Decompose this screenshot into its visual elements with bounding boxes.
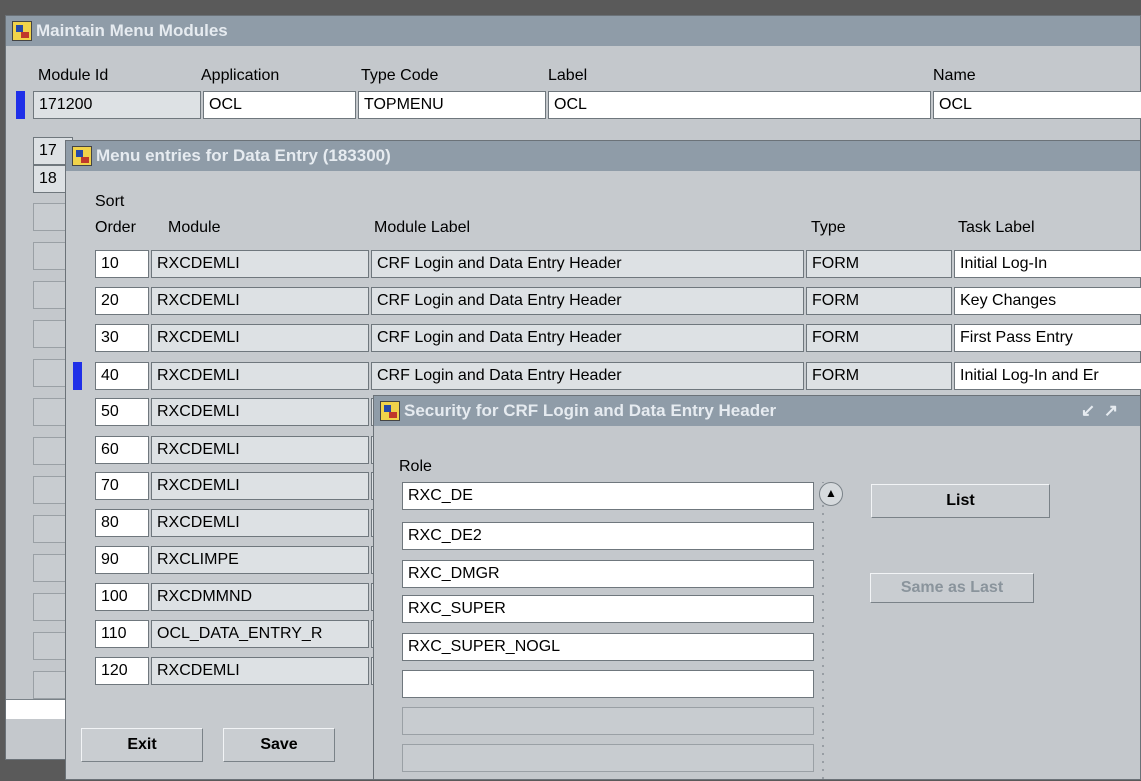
- module-id-field[interactable]: 171200: [33, 91, 201, 119]
- col-header-name: Name: [933, 67, 976, 84]
- minimize-icon[interactable]: ↙: [1077, 396, 1099, 426]
- order-field[interactable]: 110: [95, 620, 149, 648]
- type-code-field[interactable]: TOPMENU: [358, 91, 546, 119]
- col-header-application: Application: [201, 67, 280, 84]
- order-field[interactable]: 100: [95, 583, 149, 611]
- module-label-field[interactable]: CRF Login and Data Entry Header: [371, 362, 804, 390]
- oracle-forms-window-icon: [380, 401, 400, 421]
- order-field[interactable]: 30: [95, 324, 149, 352]
- type-field[interactable]: FORM: [806, 362, 952, 390]
- application-field[interactable]: OCL: [203, 91, 356, 119]
- col-header-type-code: Type Code: [361, 67, 439, 84]
- oracle-forms-window-icon: [72, 146, 92, 166]
- main-window-horizontal-scrollbar[interactable]: [6, 699, 66, 719]
- task-label-field[interactable]: Key Changes: [954, 287, 1141, 315]
- main-title-bar: Maintain Menu Modules: [6, 16, 1140, 46]
- col-header-order: Order: [95, 219, 136, 236]
- same-as-last-button[interactable]: Same as Last: [870, 573, 1034, 603]
- module-field[interactable]: RXCDEMLI: [151, 509, 369, 537]
- order-field[interactable]: 40: [95, 362, 149, 390]
- order-field[interactable]: 80: [95, 509, 149, 537]
- col-header-module-id: Module Id: [38, 67, 109, 84]
- type-field[interactable]: FORM: [806, 324, 952, 352]
- security-window: Security for CRF Login and Data Entry He…: [373, 395, 1141, 781]
- role-field[interactable]: RXC_SUPER: [402, 595, 814, 623]
- name-field[interactable]: OCL: [933, 91, 1141, 119]
- task-label-field[interactable]: Initial Log-In and Er: [954, 362, 1141, 390]
- order-field[interactable]: 90: [95, 546, 149, 574]
- module-field[interactable]: RXCDEMLI: [151, 362, 369, 390]
- menu-entries-title: Menu entries for Data Entry (183300): [96, 146, 391, 165]
- security-title-bar: Security for CRF Login and Data Entry He…: [374, 396, 1140, 426]
- role-field[interactable]: RXC_DE2: [402, 522, 814, 550]
- label-field[interactable]: OCL: [548, 91, 931, 119]
- module-field[interactable]: RXCLIMPE: [151, 546, 369, 574]
- col-header-type: Type: [811, 219, 846, 236]
- module-field[interactable]: RXCDEMLI: [151, 250, 369, 278]
- role-field[interactable]: [402, 670, 814, 698]
- module-field[interactable]: OCL_DATA_ENTRY_R: [151, 620, 369, 648]
- role-field[interactable]: [402, 707, 814, 735]
- type-field[interactable]: FORM: [806, 250, 952, 278]
- record-indicator: [16, 91, 25, 119]
- type-field[interactable]: FORM: [806, 287, 952, 315]
- col-header-label: Label: [548, 67, 588, 84]
- col-header-module: Module: [168, 219, 221, 236]
- module-field[interactable]: RXCDMMND: [151, 583, 369, 611]
- col-header-task-label: Task Label: [958, 219, 1035, 236]
- order-field[interactable]: 60: [95, 436, 149, 464]
- exit-button[interactable]: Exit: [81, 728, 203, 762]
- module-field[interactable]: RXCDEMLI: [151, 324, 369, 352]
- col-header-sort: Sort: [95, 193, 125, 210]
- role-field[interactable]: RXC_DMGR: [402, 560, 814, 588]
- oracle-forms-window-icon: [12, 21, 32, 41]
- order-field[interactable]: 50: [95, 398, 149, 426]
- list-button[interactable]: List: [871, 484, 1050, 518]
- order-field[interactable]: 120: [95, 657, 149, 685]
- main-window-title: Maintain Menu Modules: [36, 21, 228, 40]
- module-label-field[interactable]: CRF Login and Data Entry Header: [371, 324, 804, 352]
- module-label-field[interactable]: CRF Login and Data Entry Header: [371, 250, 804, 278]
- record-indicator: [73, 362, 82, 390]
- module-field[interactable]: RXCDEMLI: [151, 472, 369, 500]
- order-field[interactable]: 10: [95, 250, 149, 278]
- security-title: Security for CRF Login and Data Entry He…: [404, 401, 777, 420]
- module-field[interactable]: RXCDEMLI: [151, 398, 369, 426]
- order-field[interactable]: 70: [95, 472, 149, 500]
- save-button[interactable]: Save: [223, 728, 335, 762]
- role-field[interactable]: RXC_SUPER_NOGL: [402, 633, 814, 661]
- module-label-field[interactable]: CRF Login and Data Entry Header: [371, 287, 804, 315]
- order-field[interactable]: 20: [95, 287, 149, 315]
- col-header-module-label: Module Label: [374, 219, 471, 236]
- scroll-up-icon[interactable]: ▲: [819, 482, 843, 506]
- maximize-icon[interactable]: ↗: [1100, 396, 1122, 426]
- role-field[interactable]: [402, 744, 814, 772]
- role-scrollbar[interactable]: ▲: [819, 482, 843, 781]
- col-header-role: Role: [399, 458, 432, 475]
- menu-entries-title-bar: Menu entries for Data Entry (183300): [66, 141, 1140, 171]
- module-field[interactable]: RXCDEMLI: [151, 657, 369, 685]
- module-field[interactable]: RXCDEMLI: [151, 287, 369, 315]
- task-label-field[interactable]: Initial Log-In: [954, 250, 1141, 278]
- module-field[interactable]: RXCDEMLI: [151, 436, 369, 464]
- role-field[interactable]: RXC_DE: [402, 482, 814, 510]
- task-label-field[interactable]: First Pass Entry: [954, 324, 1141, 352]
